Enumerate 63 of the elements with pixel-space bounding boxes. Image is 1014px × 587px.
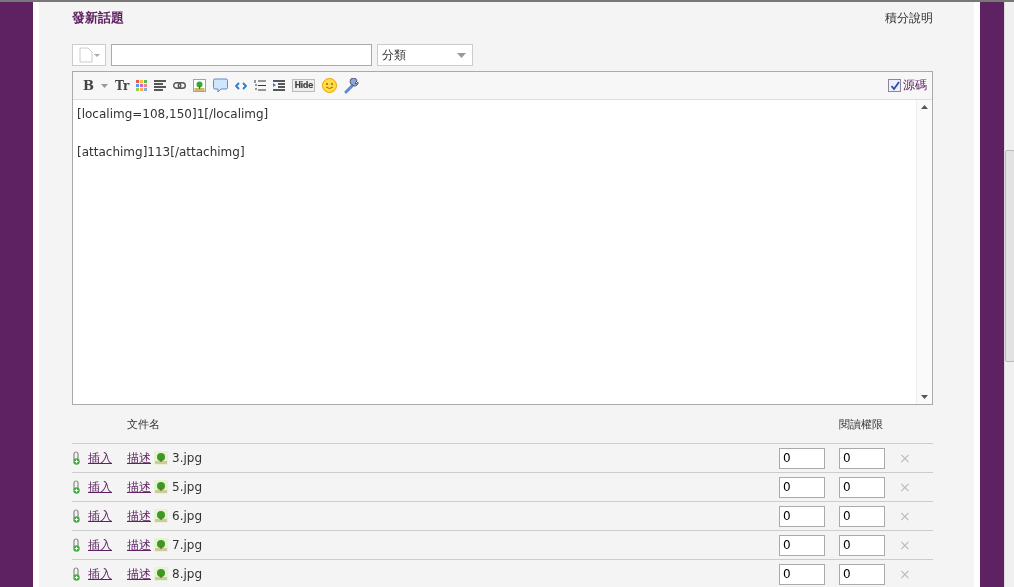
image-icon [154, 451, 168, 465]
file-name: 8.jpg [172, 567, 203, 581]
describe-link[interactable]: 描述 [127, 507, 151, 525]
insert-link[interactable]: 插入 [88, 478, 127, 496]
paperclip-icon [72, 480, 81, 494]
editor-text-area[interactable]: [localimg=108,150]1[/localimg] [attachimg]113[/attachimg] [73, 100, 916, 404]
paperclip-icon [72, 567, 81, 581]
scroll-down-icon[interactable] [921, 395, 928, 399]
editor-scrollbar[interactable] [916, 100, 932, 404]
describe-link[interactable]: 描述 [127, 536, 151, 554]
permission-field[interactable]: 0 [839, 563, 885, 585]
price-field[interactable]: 0 [779, 563, 825, 585]
image-icon [154, 509, 168, 523]
subject-field[interactable] [111, 44, 372, 66]
insert-link[interactable]: 插入 [88, 449, 127, 467]
column-header: 閱讀權限 [839, 416, 884, 432]
smiley-icon[interactable] [322, 78, 337, 93]
page-scrollbar[interactable] [1004, 2, 1014, 587]
describe-link[interactable]: 描述 [127, 478, 151, 496]
insert-link[interactable]: 插入 [88, 536, 127, 554]
image-icon[interactable] [193, 79, 207, 92]
permission-field[interactable]: 0 [839, 476, 885, 498]
paperclip-icon [72, 451, 81, 465]
paperclip-icon [72, 538, 81, 552]
permission-field[interactable]: 0 [839, 534, 885, 556]
permission-field[interactable]: 0 [839, 447, 885, 469]
file-name: 3.jpg [172, 451, 203, 465]
insert-link[interactable]: 插入 [88, 507, 127, 525]
insert-link[interactable]: 插入 [88, 565, 127, 583]
column-header: 文件名 [127, 416, 161, 432]
file-name: 5.jpg [172, 480, 203, 494]
hide-button[interactable]: Hide [292, 79, 315, 92]
link-icon[interactable] [173, 82, 187, 89]
image-icon [154, 538, 168, 552]
describe-link[interactable]: 描述 [127, 565, 151, 583]
image-icon [154, 567, 168, 581]
price-field[interactable]: 0 [779, 447, 825, 469]
align-left-icon[interactable] [154, 80, 167, 91]
describe-link[interactable]: 描述 [127, 449, 151, 467]
category-dropdown[interactable]: 分類 [377, 44, 473, 66]
bold-button[interactable]: B [83, 78, 94, 93]
image-icon [154, 480, 168, 494]
page-title: 發新話題 [72, 9, 124, 27]
price-field[interactable]: 0 [779, 476, 825, 498]
speech-bubble-icon[interactable] [213, 78, 229, 93]
help-link[interactable]: 積分說明 [885, 9, 933, 27]
color-grid-icon[interactable] [136, 80, 148, 91]
file-name: 6.jpg [172, 509, 203, 523]
scroll-up-icon[interactable] [921, 105, 928, 109]
numbered-list-icon[interactable] [254, 79, 267, 92]
permission-field[interactable]: 0 [839, 505, 885, 527]
indent-icon[interactable] [273, 80, 286, 91]
source-label[interactable]: 源碼 [903, 77, 927, 94]
caret-icon[interactable] [101, 83, 108, 88]
font-size-button[interactable]: Tr [115, 78, 130, 93]
price-field[interactable]: 0 [779, 534, 825, 556]
price-field[interactable]: 0 [779, 505, 825, 527]
wrench-icon[interactable] [344, 77, 360, 94]
caret-icon [457, 52, 466, 58]
file-name: 7.jpg [172, 538, 203, 552]
source-checkbox[interactable] [888, 79, 901, 92]
paperclip-icon [72, 509, 81, 523]
code-icon[interactable] [235, 81, 248, 90]
